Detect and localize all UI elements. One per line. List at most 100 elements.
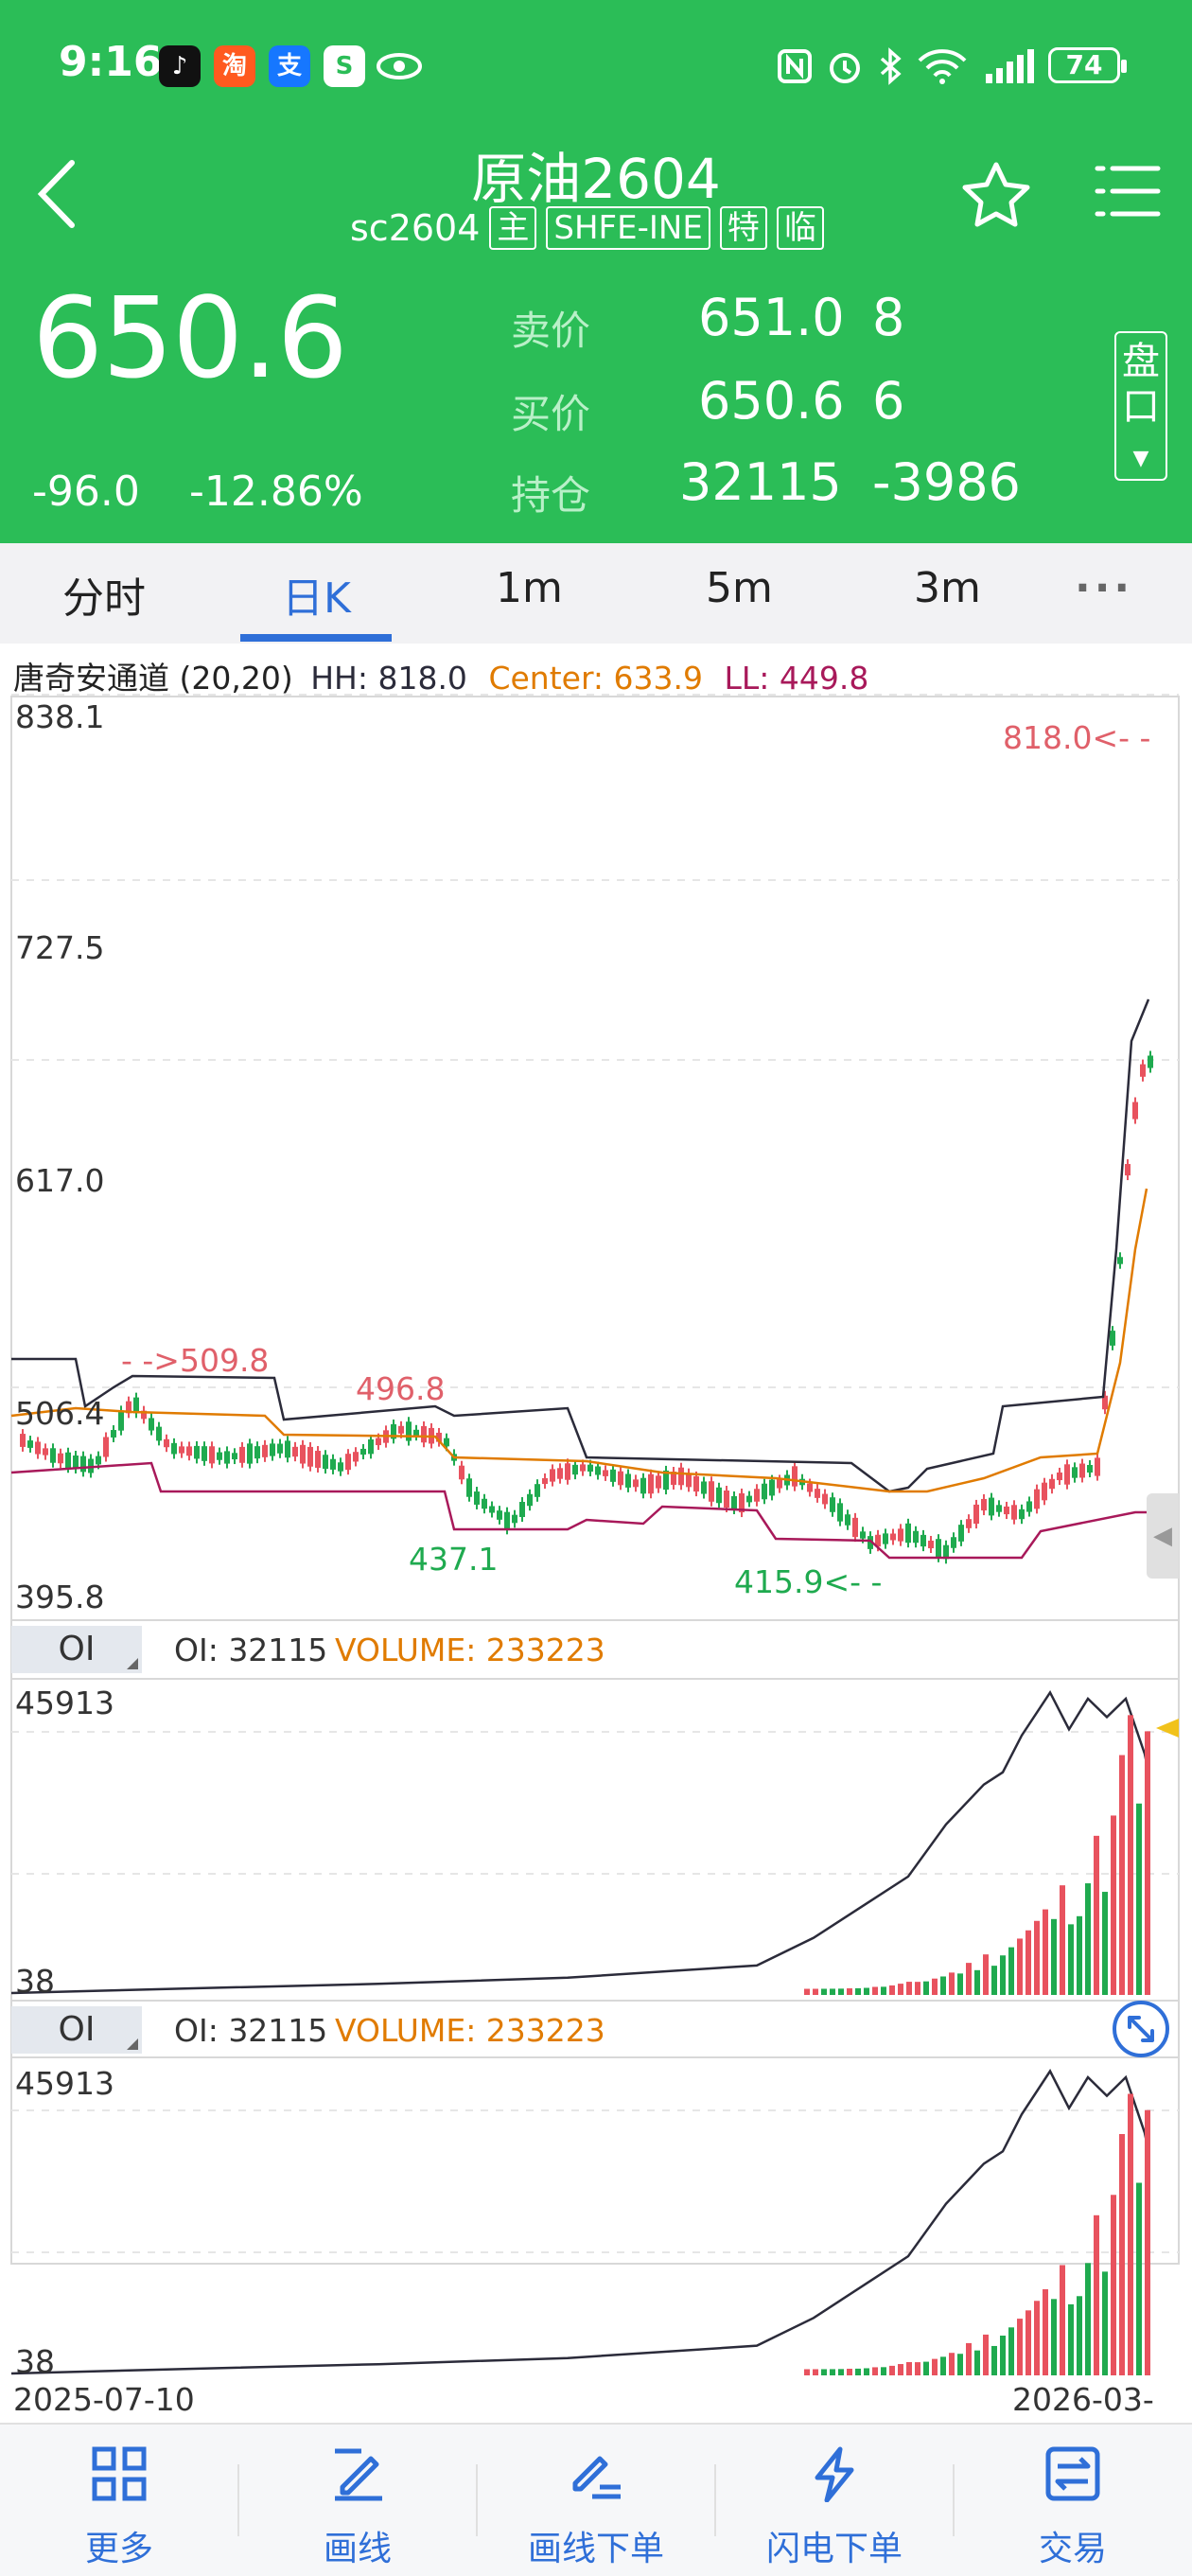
candle-body [149,1418,154,1431]
candle-body [769,1479,775,1496]
volume-bar [1094,2214,1099,2375]
more-periods-icon[interactable]: ··· [1075,564,1133,612]
tab-3m[interactable]: 3m [914,564,981,612]
volume-bar [915,2362,920,2375]
alipay-icon: 支 [269,45,310,87]
candle-body [837,1503,843,1522]
tab-daily-k[interactable]: 日K [282,564,351,625]
candle-body [572,1464,578,1475]
volume-bar [821,1988,827,1995]
period-tabs: 分时 日K 1m 5m 3m ··· [0,543,1192,644]
sub-chart-2-tab[interactable]: OI [11,2006,142,2054]
candle-body [928,1540,934,1549]
candle-body [413,1429,419,1437]
candle-body [202,1446,207,1461]
candle-body [20,1434,26,1447]
volume-bar [1102,2271,1108,2375]
candle-body [565,1463,570,1480]
candle-body [497,1510,502,1520]
volume-bar [966,1963,972,1995]
nav-trade[interactable]: 交易 [954,2425,1192,2576]
candle-body [80,1456,86,1473]
volume-bar [1034,1920,1040,1995]
y-label-1: 838.1 [15,698,105,735]
volume-bar [1136,1803,1142,1995]
expand-icon[interactable] [1111,1999,1171,2059]
pankou-button[interactable]: 盘口 ▼ [1114,331,1167,481]
candle-body [489,1506,495,1513]
volume-bar [889,2365,895,2375]
nav-draw[interactable]: 画线 [238,2425,477,2576]
nav-draw-order-label: 画线下单 [527,2530,664,2568]
candle-body [966,1519,972,1528]
candle-body [156,1426,162,1441]
volume-bar [1000,2335,1006,2375]
nav-lightning-order-label: 闪电下单 [765,2530,903,2568]
candle-body [224,1451,230,1464]
candle-body [217,1452,222,1460]
candle-body [535,1484,540,1497]
candle-body [807,1483,813,1492]
volume-bar [1068,2303,1074,2375]
candle-body [398,1425,404,1434]
volume-bar [957,2354,963,2375]
nav-lightning-order[interactable]: 闪电下单 [715,2425,954,2576]
nav-draw-order[interactable]: 画线下单 [477,2425,715,2576]
volume-bar [830,1988,835,1995]
star-favorite-icon[interactable] [959,159,1033,233]
candle-body [762,1483,767,1500]
tab-1m[interactable]: 1m [496,564,563,612]
volume-bar [1008,2327,1014,2375]
volume-bar [804,2369,810,2375]
volume-bar [864,1987,869,1995]
candle-body [1087,1465,1093,1473]
volume-bar [932,1978,938,1995]
status-bar: 9:16 ♪ 淘 支 S 74 [0,0,1192,132]
candle-body [633,1479,639,1488]
date-start: 2025-07-10 [13,2381,195,2418]
volume-bar [1025,2310,1031,2375]
menu-list-icon[interactable] [1094,161,1162,221]
candle-body [550,1469,555,1482]
volume-bar [813,2369,818,2375]
volume-bar [1145,2109,1150,2375]
volume-bar [881,1986,886,1995]
candle-body [164,1438,169,1448]
tab-timeshare[interactable]: 分时 [62,564,146,625]
chart-svg [10,694,1180,2375]
candle-body [754,1489,760,1502]
sub-chart-1-tab[interactable]: OI [11,1626,142,1673]
candle-body [1079,1463,1085,1478]
candle-body [254,1446,260,1459]
candle-body [1049,1478,1055,1490]
oi-line [10,2069,1150,2375]
volume-bar [1085,1883,1091,1995]
volume-bar [898,2364,903,2375]
candle-body [527,1493,533,1507]
volume-bar [1094,1835,1099,1995]
status-time: 9:16 [59,38,163,86]
candle-body [1125,1163,1131,1176]
candle-body [905,1523,911,1544]
candle-body [618,1471,623,1486]
signal-icon [986,49,1034,83]
candle-body [35,1441,41,1455]
side-panel-handle[interactable]: ◀ [1147,1493,1179,1579]
candle-body [920,1534,926,1547]
candle-body [989,1497,994,1516]
candle-body [50,1448,56,1463]
nav-more[interactable]: 更多 [0,2425,238,2576]
candle-body [277,1443,283,1454]
candle-body [777,1479,782,1489]
tab-5m[interactable]: 5m [706,564,773,612]
volume-bar [1077,1915,1082,1995]
sub-chart-1-layer [10,1690,1150,1995]
chart-area[interactable]: 唐奇安通道 (20,20) HH: 818.0 Center: 633.9 LL… [0,644,1192,2455]
candle-body [118,1410,124,1431]
volume-bar [1119,1755,1125,1995]
candle-body [27,1440,33,1448]
candle-body [65,1452,71,1469]
volume-bar [957,1973,963,1995]
candle-body [330,1458,336,1470]
candle-body [315,1451,321,1468]
